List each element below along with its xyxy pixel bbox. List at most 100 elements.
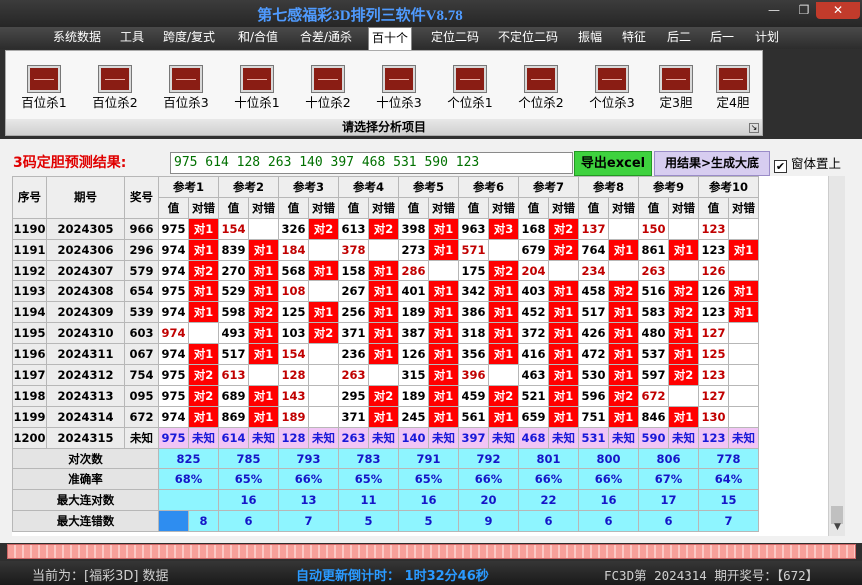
header-check[interactable]: 对错 [668, 196, 699, 219]
header-value[interactable]: 值 [398, 196, 429, 219]
generate-base-button[interactable]: 用结果>生成大底 [654, 151, 770, 176]
tool-label: 定4胆 [716, 95, 750, 110]
menu-item-amplitude[interactable]: 振幅 [578, 27, 602, 49]
header-check[interactable]: 对错 [608, 196, 639, 219]
cell-value: 103 [278, 322, 309, 345]
menu-item-positions[interactable]: 百十个 [368, 27, 413, 50]
cell-check [488, 364, 519, 386]
tool-units-kill-3[interactable]: 个位杀3 [577, 66, 647, 116]
cell-check: 对1 [668, 405, 699, 428]
header-value[interactable]: 值 [278, 196, 309, 219]
header-draw[interactable]: 奖号 [124, 176, 159, 219]
window-ontop-checkbox[interactable]: ✔ 窗体置上 [774, 153, 841, 173]
header-value[interactable]: 值 [458, 196, 489, 219]
cell-value: 672 [638, 384, 669, 407]
menu-item-system-data[interactable]: 系统数据 [53, 27, 101, 49]
cell-value: 245 [398, 405, 429, 428]
header-ref[interactable]: 参考6 [458, 176, 519, 198]
minimize-button[interactable]: — [760, 2, 788, 19]
header-check[interactable]: 对错 [188, 196, 219, 219]
table-row[interactable]: 1190 2024305 966 975 对1 154 326 对2 613 对2 398 对1 963… [12, 217, 759, 240]
scroll-down-icon[interactable]: ▼ [829, 519, 846, 536]
tool-fixed-4[interactable]: 定4胆 [698, 66, 768, 116]
table-row[interactable]: 1195 2024310 603 974 493 对1 103 对2 371 对1 387 对1 318… [12, 322, 759, 345]
cell-value: 517 [218, 343, 249, 366]
header-value[interactable]: 值 [578, 196, 609, 219]
table-row[interactable]: 1197 2024312 754 975 对2 613 128 263 315 对1 396 463 对… [12, 364, 759, 386]
table-row[interactable]: 1192 2024307 579 974 对2 270 对1 568 对1 158 对1 286 175… [12, 259, 759, 282]
header-check[interactable]: 对错 [488, 196, 519, 219]
prediction-result-field[interactable]: 975 614 128 263 140 397 468 531 590 123 [170, 152, 573, 174]
tool-hundreds-kill-1[interactable]: 百位杀1 [9, 66, 79, 116]
header-value[interactable]: 值 [158, 196, 189, 219]
menu-item-span[interactable]: 跨度/复式 [163, 27, 215, 49]
stat-value: 792 [458, 447, 519, 470]
table-row[interactable]: 1194 2024309 539 974 对1 598 对2 125 对1 256 对1 189 对1 3… [12, 301, 759, 324]
header-value[interactable]: 值 [638, 196, 669, 219]
header-ref[interactable]: 参考3 [278, 176, 339, 198]
cell-check [188, 322, 219, 345]
cell-check: 对2 [548, 217, 579, 240]
menu-item-tools[interactable]: 工具 [120, 27, 144, 49]
tool-units-kill-1[interactable]: 个位杀1 [435, 66, 505, 116]
tool-hundreds-kill-2[interactable]: 百位杀2 [80, 66, 150, 116]
cell-value: 679 [518, 238, 549, 261]
tool-tens-kill-1[interactable]: 十位杀1 [222, 66, 292, 116]
table-row[interactable]: 1191 2024306 296 974 对1 839 对1 184 378 273 对1 571 67… [12, 238, 759, 261]
header-ref[interactable]: 参考2 [218, 176, 279, 198]
header-value[interactable]: 值 [338, 196, 369, 219]
table-row[interactable]: 1196 2024311 067 974 对1 517 对1 154 236 对1 126 对1 356… [12, 343, 759, 366]
menu-item-fixed-two[interactable]: 定位二码 [431, 27, 479, 49]
close-button[interactable]: ✕ [816, 2, 860, 19]
selection-marker[interactable] [158, 510, 189, 533]
tool-tens-kill-3[interactable]: 十位杀3 [364, 66, 434, 116]
header-ref[interactable]: 参考5 [398, 176, 459, 198]
stat-value: 65% [338, 468, 399, 491]
checkbox-icon[interactable]: ✔ [774, 160, 787, 173]
header-ref[interactable]: 参考10 [698, 176, 759, 198]
pending-row[interactable]: 1200 2024315 未知 975 未知 614 未知 128 未知 263 未知 140 未知 39… [12, 426, 759, 449]
header-id[interactable]: 序号 [12, 176, 47, 219]
header-check[interactable]: 对错 [728, 196, 759, 219]
header-value[interactable]: 值 [218, 196, 249, 219]
row-id: 1192 [12, 259, 47, 282]
menu-item-diff[interactable]: 合差/通杀 [300, 27, 352, 49]
tool-hundreds-kill-3[interactable]: 百位杀3 [151, 66, 221, 116]
maximize-button[interactable]: ❐ [790, 2, 818, 19]
header-ref[interactable]: 参考9 [638, 176, 699, 198]
stat-value: 20 [458, 489, 519, 512]
export-excel-button[interactable]: 导出excel [574, 151, 652, 176]
header-value[interactable]: 值 [518, 196, 549, 219]
tool-tens-kill-2[interactable]: 十位杀2 [293, 66, 363, 116]
menu-item-sum[interactable]: 和/合值 [238, 27, 278, 49]
header-ref[interactable]: 参考8 [578, 176, 639, 198]
header-ref[interactable]: 参考1 [158, 176, 219, 198]
chart-icon [525, 66, 557, 92]
cell-value: 154 [278, 343, 309, 366]
header-value[interactable]: 值 [698, 196, 729, 219]
header-check[interactable]: 对错 [248, 196, 279, 219]
row-period: 2024309 [46, 301, 125, 324]
expand-icon[interactable]: ↘ [749, 123, 759, 133]
chart-icon [660, 66, 692, 92]
header-period[interactable]: 期号 [46, 176, 125, 219]
header-check[interactable]: 对错 [368, 196, 399, 219]
cell-value: 537 [638, 343, 669, 366]
menu-item-last-two[interactable]: 后二 [667, 27, 691, 49]
table-row[interactable]: 1198 2024313 095 975 对2 689 对1 143 295 对2 189 对1 459… [12, 384, 759, 407]
header-check[interactable]: 对错 [428, 196, 459, 219]
header-check[interactable]: 对错 [548, 196, 579, 219]
header-ref[interactable]: 参考4 [338, 176, 399, 198]
stat-value: 64% [698, 468, 759, 491]
header-ref[interactable]: 参考7 [518, 176, 579, 198]
menu-item-unfixed-two[interactable]: 不定位二码 [498, 27, 558, 49]
header-check[interactable]: 对错 [308, 196, 339, 219]
table-row[interactable]: 1199 2024314 672 974 对1 869 对1 189 371 对1 245 对1 561… [12, 405, 759, 428]
table-row[interactable]: 1193 2024308 654 975 对1 529 对1 108 267 对1 401 对1 342… [12, 280, 759, 303]
menu-item-last-one[interactable]: 后一 [710, 27, 734, 49]
menu-item-plan[interactable]: 计划 [755, 27, 779, 49]
tool-units-kill-2[interactable]: 个位杀2 [506, 66, 576, 116]
vertical-scrollbar[interactable]: ▼ [828, 176, 845, 536]
menu-item-features[interactable]: 特征 [622, 27, 646, 49]
cell-value: 596 [578, 384, 609, 407]
